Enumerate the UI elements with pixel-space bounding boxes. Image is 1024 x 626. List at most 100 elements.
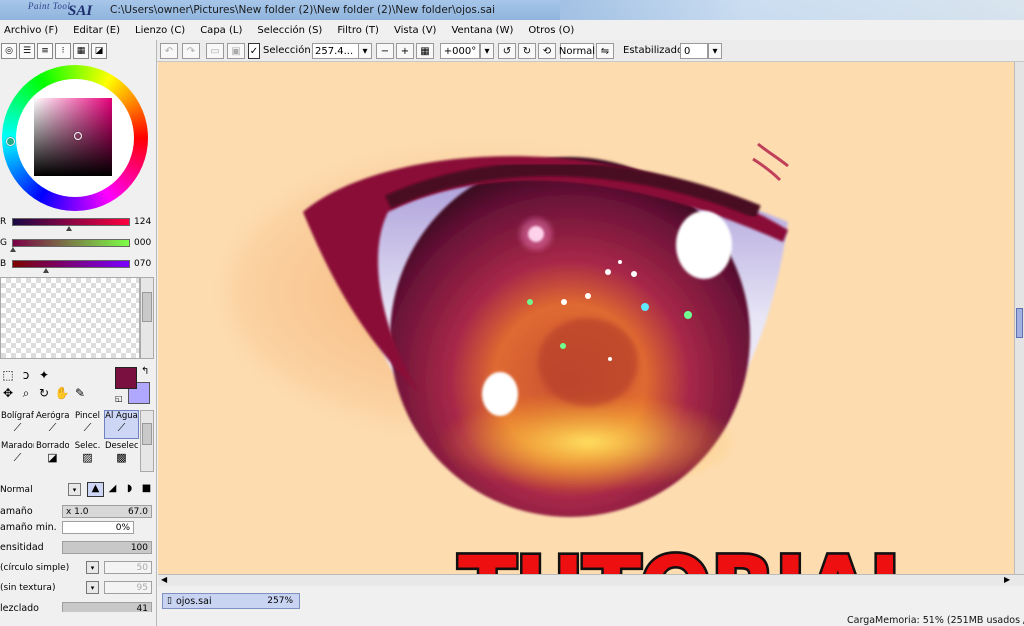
flip-button[interactable]: ⇋ bbox=[596, 43, 614, 59]
zoom-tool-icon[interactable]: ⌕ bbox=[18, 386, 34, 401]
zoom-reset-button[interactable]: ▦ bbox=[416, 43, 434, 59]
brush-shape-strength[interactable]: 50 bbox=[104, 561, 152, 574]
reset-colors-icon[interactable]: ◱ bbox=[115, 394, 123, 403]
density-slider[interactable]: 100 bbox=[62, 541, 152, 554]
undo-button[interactable]: ↶ bbox=[160, 43, 178, 59]
color-wheel-mode-icon[interactable]: ◎ bbox=[1, 43, 17, 59]
min-size-row: amaño min. 0% bbox=[0, 520, 157, 536]
deselect-icon: ▩ bbox=[116, 451, 127, 464]
scratchpad-scrollbar[interactable] bbox=[140, 277, 154, 359]
swatches-mode-icon[interactable]: ▦ bbox=[73, 43, 89, 59]
menu-editar[interactable]: Editar (E) bbox=[73, 25, 120, 36]
rotation-field[interactable]: +000° bbox=[440, 43, 480, 59]
rotate-left-button[interactable]: ↺ bbox=[498, 43, 516, 59]
redo-button[interactable]: ↷ bbox=[182, 43, 200, 59]
min-size-label: amaño min. bbox=[0, 522, 57, 533]
texture-dropdown-icon[interactable]: ▾ bbox=[86, 581, 99, 594]
menu-otros[interactable]: Otros (O) bbox=[528, 25, 574, 36]
blue-slider-handle[interactable] bbox=[43, 268, 49, 273]
stabilizer-dropdown-icon[interactable]: ▾ bbox=[708, 43, 722, 59]
selection-label: Selección bbox=[263, 45, 311, 56]
tutorial-overlay-text: TUTORIAL bbox=[456, 532, 1014, 574]
rotate-tool-icon[interactable]: ↻ bbox=[36, 386, 52, 400]
scratchpad[interactable] bbox=[0, 277, 140, 359]
deselect-button[interactable]: ▭ bbox=[206, 43, 224, 59]
brush-tip-flat-icon[interactable]: ■ bbox=[138, 483, 155, 496]
brush-pincel[interactable]: Pincel ⟋ bbox=[70, 410, 105, 439]
brush-boligrafo[interactable]: Bolígrafo⟋ bbox=[0, 410, 35, 439]
rotate-right-button[interactable]: ↻ bbox=[518, 43, 536, 59]
canvas-horizontal-scrollbar[interactable]: ◀ ▶ bbox=[158, 574, 1024, 586]
brush-icon: ⟋ bbox=[83, 421, 92, 434]
rgb-slider-mode-icon[interactable]: ☰ bbox=[19, 43, 35, 59]
texture-strength[interactable]: 95 bbox=[104, 581, 152, 594]
zoom-dropdown-icon[interactable]: ▾ bbox=[358, 43, 372, 59]
brush-mode-dropdown-icon[interactable]: ▾ bbox=[68, 483, 81, 496]
brush-borrador[interactable]: Borrador ◪ bbox=[35, 440, 70, 469]
eraser-icon: ◪ bbox=[47, 451, 58, 464]
palette-mode-icon[interactable]: ⁝ bbox=[55, 43, 71, 59]
vertical-scroll-thumb[interactable] bbox=[1016, 308, 1023, 338]
scratchpad-mode-icon[interactable]: ◪ bbox=[91, 43, 107, 59]
rotate-reset-button[interactable]: ⟲ bbox=[538, 43, 556, 59]
blend-slider[interactable]: 41 bbox=[62, 602, 152, 612]
foreground-color-swatch[interactable] bbox=[115, 367, 137, 389]
document-tab[interactable]: ▯ ojos.sai 257% bbox=[162, 593, 300, 609]
swap-colors-icon[interactable]: ↰ bbox=[141, 366, 149, 377]
zoom-in-button[interactable]: + bbox=[396, 43, 414, 59]
brush-marador[interactable]: Marador ⟋ bbox=[0, 440, 35, 469]
saturation-value-square[interactable] bbox=[34, 98, 112, 176]
magic-wand-icon[interactable]: ✦ bbox=[36, 368, 52, 382]
brush-tip-sharp-icon[interactable]: ▲ bbox=[87, 482, 104, 497]
brush-size-multiplier[interactable]: x 1.0 bbox=[66, 507, 89, 517]
green-slider-handle[interactable] bbox=[10, 247, 16, 252]
color-picker-point[interactable] bbox=[74, 132, 82, 140]
invert-selection-button[interactable]: ▣ bbox=[227, 43, 245, 59]
menu-capa[interactable]: Capa (L) bbox=[200, 25, 242, 36]
brush-grid-scrollbar[interactable] bbox=[140, 410, 154, 472]
scroll-left-icon[interactable]: ◀ bbox=[161, 575, 167, 584]
brush-selec[interactable]: Selec. ▨ bbox=[70, 440, 105, 469]
blue-label: B bbox=[0, 259, 7, 269]
eyedropper-icon[interactable]: ✎ bbox=[72, 386, 88, 400]
rotation-dropdown-icon[interactable]: ▾ bbox=[480, 43, 494, 59]
canvas-vertical-scrollbar[interactable] bbox=[1014, 62, 1024, 574]
menu-seleccion[interactable]: Selección (S) bbox=[257, 25, 322, 36]
brush-al-agua[interactable]: Al Agua ⟋ bbox=[104, 410, 139, 439]
hsv-slider-mode-icon[interactable]: ≡ bbox=[37, 43, 53, 59]
hand-icon[interactable]: ✋ bbox=[54, 386, 70, 400]
red-slider-handle[interactable] bbox=[66, 226, 72, 231]
drawing-canvas[interactable]: TUTORIAL bbox=[158, 62, 1014, 574]
blend-mode-field[interactable]: Normal bbox=[559, 43, 595, 59]
green-slider[interactable] bbox=[12, 239, 130, 247]
selection-checkbox[interactable]: ✓ bbox=[248, 43, 260, 59]
brush-aerografo[interactable]: Aerógrafo⟋ bbox=[35, 410, 70, 439]
brush-deselec[interactable]: Deselec. ▩ bbox=[104, 440, 139, 469]
select-icon: ▨ bbox=[82, 451, 93, 464]
brush-tip-round-icon[interactable]: ◗ bbox=[121, 483, 138, 496]
stabilizer-field[interactable]: 0 bbox=[680, 43, 708, 59]
texture-select[interactable]: (sin textura) bbox=[0, 581, 84, 594]
brush-mode-select[interactable]: Normal bbox=[0, 483, 66, 496]
menu-vista[interactable]: Vista (V) bbox=[394, 25, 436, 36]
lasso-icon[interactable]: ↄ bbox=[18, 368, 34, 382]
zoom-out-button[interactable]: − bbox=[376, 43, 394, 59]
brush-shape-select[interactable]: (círculo simple) bbox=[0, 561, 84, 574]
red-slider[interactable] bbox=[12, 218, 130, 226]
brush-grid: Bolígrafo⟋ Aerógrafo⟋ Pincel⟋ Al Agua⟋ M… bbox=[0, 410, 140, 470]
rect-select-icon[interactable]: ⬚ bbox=[0, 368, 16, 382]
blue-slider[interactable] bbox=[12, 260, 130, 268]
density-row: ensitidad 100 bbox=[0, 540, 157, 556]
bottom-bar: ▯ ojos.sai 257% CargaMemoria: 51% (251MB… bbox=[158, 586, 1024, 626]
menu-archivo[interactable]: Archivo (F) bbox=[4, 25, 58, 36]
menu-lienzo[interactable]: Lienzo (C) bbox=[135, 25, 185, 36]
menu-filtro[interactable]: Filtro (T) bbox=[337, 25, 379, 36]
min-size-slider[interactable]: 0% bbox=[62, 521, 134, 534]
hue-knob[interactable] bbox=[6, 137, 15, 146]
brush-size-slider[interactable]: x 1.0 67.0 bbox=[62, 505, 152, 518]
move-icon[interactable]: ✥ bbox=[0, 386, 16, 400]
menu-ventana[interactable]: Ventana (W) bbox=[451, 25, 513, 36]
brush-shape-dropdown-icon[interactable]: ▾ bbox=[86, 561, 99, 574]
brush-tip-soft-icon[interactable]: ◢ bbox=[104, 483, 121, 496]
scroll-right-icon[interactable]: ▶ bbox=[1004, 575, 1010, 584]
